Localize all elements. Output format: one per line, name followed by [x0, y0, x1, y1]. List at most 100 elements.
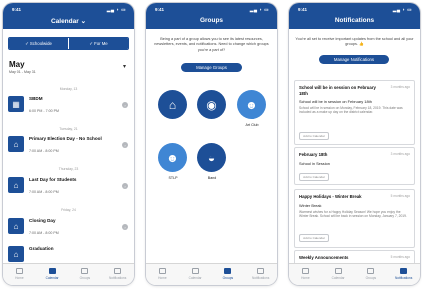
calendar-icon	[334, 268, 342, 274]
status-bar: 9:41 ▂▄ ◗ ▭	[146, 3, 277, 13]
notification-card[interactable]: School will be in session on February 18…	[294, 80, 415, 145]
notification-body: School will be in session on Monday, Feb…	[299, 106, 403, 115]
event-row[interactable]: ⌂ Primary Election Day - No School 7:00 …	[8, 133, 129, 157]
add-to-calendar-button[interactable]: Add to Calendar	[299, 173, 329, 181]
event-row[interactable]: ⌂ Last Day for Students 7:00 AM - 8:00 P…	[8, 174, 129, 198]
notification-time: 5 months ago	[390, 255, 410, 259]
notification-time: 3 months ago	[390, 85, 410, 89]
page-title: Notifications	[334, 17, 375, 24]
notification-time: 5 months ago	[390, 194, 410, 198]
notifications-screen: 9:41 ▂▄ ◗ ▭ Notifications You're all set…	[289, 3, 420, 285]
day-label: Thursday, 23	[58, 167, 79, 171]
school-icon: ⌂	[8, 177, 24, 193]
thumbs-up-icon: 👍	[359, 42, 364, 47]
battery-icon: ▂▄ ◗ ▭	[392, 7, 412, 12]
school-icon: ⌂	[8, 218, 24, 234]
person-icon[interactable]: ☻	[237, 90, 266, 119]
tab-home[interactable]: Home	[146, 264, 179, 285]
bell-icon	[257, 268, 265, 274]
manage-notifications-button[interactable]: Manage Notifications	[319, 55, 389, 64]
group-label: Band	[207, 176, 217, 180]
book-icon[interactable]: ◉	[197, 90, 226, 119]
status-bar: 9:41 ▂▄ ◗ ▭	[289, 3, 420, 13]
month-title[interactable]: May	[9, 60, 25, 69]
day-label: Monday, 13	[59, 87, 78, 91]
tab-calendar[interactable]: Calendar	[322, 264, 355, 285]
page-title[interactable]: Calendar ⌄	[3, 17, 134, 25]
add-to-calendar-button[interactable]: Add to Calendar	[299, 234, 329, 242]
event-time: 7:00 AM - 8:00 PM	[29, 190, 59, 194]
tab-bar: Home Calendar Groups Notifications	[3, 263, 134, 285]
tab-bar: Home Calendar Groups Notifications	[146, 263, 277, 285]
group-label: STLP	[168, 176, 178, 180]
navigation-bar: 9:41 ▂▄ ◗ ▭ Notifications	[289, 3, 420, 29]
day-label: Tuesday, 21	[59, 127, 78, 131]
school-icon[interactable]: ⌂	[158, 90, 187, 119]
tab-calendar[interactable]: Calendar	[179, 264, 212, 285]
notification-body: Warmest wishes for a Happy Holiday Seaso…	[299, 210, 407, 219]
manage-groups-button[interactable]: Manage Groups	[181, 63, 242, 72]
battery-icon: ▂▄ ◗ ▭	[249, 7, 269, 12]
tab-notifications[interactable]: Notifications	[101, 264, 134, 285]
notification-time: 3 months ago	[390, 152, 410, 156]
status-time: 9:41	[298, 7, 308, 12]
chevron-right-icon[interactable]: ›	[122, 224, 128, 230]
navigation-bar: 9:41 ▂▄ ◗ ▭ Calendar ⌄	[3, 3, 134, 29]
notification-subtitle: School in Session	[299, 161, 330, 166]
tab-home[interactable]: Home	[3, 264, 36, 285]
lock-icon[interactable]: ◒	[197, 143, 226, 172]
page-title: Groups	[199, 17, 224, 24]
home-icon	[158, 268, 166, 274]
notification-card[interactable]: Happy Holidays - Winter Break 5 months a…	[294, 189, 415, 248]
segment-schoolwide[interactable]: ✓ Schoolwide	[9, 38, 68, 49]
groups-icon	[224, 268, 232, 274]
tab-calendar[interactable]: Calendar	[36, 264, 69, 285]
notification-title: Happy Holidays - Winter Break	[299, 194, 362, 199]
chevron-right-icon[interactable]: ›	[122, 183, 128, 189]
notification-title: School will be in session on February 18…	[299, 85, 376, 96]
event-title: Last Day for Students	[29, 177, 77, 182]
person-icon[interactable]: ☻	[158, 143, 187, 172]
groups-icon	[367, 268, 375, 274]
add-to-calendar-button[interactable]: Add to Calendar	[299, 132, 329, 140]
battery-icon: ▂▄ ◗ ▭	[106, 7, 126, 12]
bell-icon	[114, 268, 122, 274]
groups-screen: 9:41 ▂▄ ◗ ▭ Groups Being a part of a gro…	[146, 3, 277, 285]
calendar-icon	[48, 268, 56, 274]
school-icon: ⌂	[8, 246, 24, 262]
status-bar: 9:41 ▂▄ ◗ ▭	[3, 3, 134, 13]
home-icon	[15, 268, 23, 274]
chevron-down-icon: ⌄	[80, 18, 87, 25]
month-dropdown-icon[interactable]: ▾	[123, 63, 126, 70]
event-title: Graduation	[29, 246, 54, 251]
chevron-right-icon[interactable]: ›	[122, 142, 128, 148]
status-time: 9:41	[12, 7, 22, 12]
event-row[interactable]: ▦ SBDM 6:00 PM - 7:00 PM ›	[8, 93, 129, 117]
tab-bar: Home Calendar Groups Notifications	[289, 263, 420, 285]
groups-icon	[81, 268, 89, 274]
tab-notifications[interactable]: Notifications	[244, 264, 277, 285]
calendar-screen: 9:41 ▂▄ ◗ ▭ Calendar ⌄ ✓ Schoolwide ✓ Fo…	[3, 3, 134, 285]
chevron-right-icon[interactable]: ›	[122, 102, 128, 108]
notification-title: Weekly Announcements	[299, 255, 349, 260]
tab-notifications[interactable]: Notifications	[387, 264, 420, 285]
notification-subtitle: Winter Break	[299, 203, 322, 208]
event-title: Primary Election Day - No School	[29, 136, 102, 141]
day-label: Friday, 24	[61, 208, 76, 212]
navigation-bar: 9:41 ▂▄ ◗ ▭ Groups	[146, 3, 277, 29]
event-time: 7:00 AM - 8:00 PM	[29, 231, 59, 235]
calendar-icon	[191, 268, 199, 274]
tab-groups[interactable]: Groups	[69, 264, 102, 285]
date-range: May 01 - May 31	[9, 70, 36, 74]
segment-for-me[interactable]: ✓ For Me	[68, 38, 128, 49]
tab-home[interactable]: Home	[289, 264, 322, 285]
audience-toggle[interactable]: ✓ Schoolwide ✓ For Me	[8, 37, 129, 50]
tab-groups[interactable]: Groups	[212, 264, 245, 285]
notification-card[interactable]: February 18th 3 months ago School in Ses…	[294, 147, 415, 185]
home-icon	[301, 268, 309, 274]
calendar-icon: ▦	[8, 96, 24, 112]
status-time: 9:41	[155, 7, 165, 12]
event-row[interactable]: ⌂ Closing Day 7:00 AM - 8:00 PM ›	[8, 215, 129, 239]
event-time: 7:00 AM - 8:00 PM	[29, 149, 59, 153]
tab-groups[interactable]: Groups	[355, 264, 388, 285]
